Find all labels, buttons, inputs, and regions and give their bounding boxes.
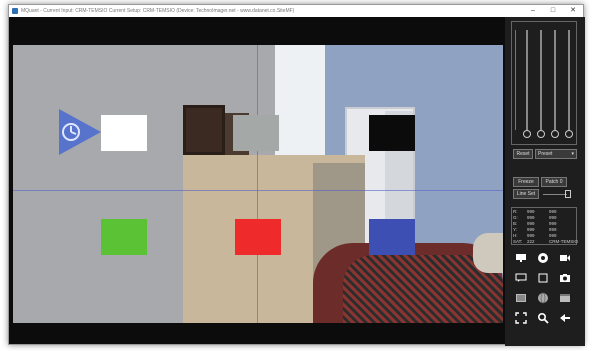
calendar-icon — [560, 294, 570, 302]
maximize-button[interactable]: □ — [543, 5, 563, 17]
preset-dropdown[interactable]: Preset ▾ — [535, 149, 577, 159]
slider-track-2[interactable] — [540, 30, 542, 130]
control-panel: Reset Preset ▾ Freeze Patch 0 Line Set R… — [505, 17, 585, 346]
chat-bubble-icon — [515, 273, 527, 282]
swatch-red[interactable] — [235, 219, 281, 255]
slider-knob-3[interactable] — [551, 130, 559, 138]
freeze-button[interactable]: Freeze — [513, 177, 539, 187]
close-button[interactable]: ✕ — [563, 5, 583, 17]
globe-button[interactable] — [535, 291, 551, 305]
search-button[interactable] — [535, 311, 551, 325]
slider-knob-1[interactable] — [523, 130, 531, 138]
reset-button[interactable]: Reset — [513, 149, 533, 159]
search-icon — [537, 312, 549, 324]
swatch-white[interactable] — [101, 115, 147, 151]
fullscreen-icon — [515, 312, 527, 324]
slider-group — [511, 21, 577, 145]
slider-knob-4[interactable] — [565, 130, 573, 138]
swatch-green[interactable] — [101, 219, 147, 255]
minimize-button[interactable]: – — [523, 5, 543, 17]
camera-aperture-icon — [538, 253, 548, 263]
slider-scale — [515, 30, 519, 130]
hair — [473, 233, 503, 273]
line-set-knob[interactable] — [565, 190, 571, 198]
readout-cell: 222 — [527, 239, 535, 244]
fullscreen-button[interactable] — [513, 311, 529, 325]
snapshot-button[interactable] — [557, 271, 573, 285]
title-bar: MQuant - Current Input: CRM-TEMSIO Curre… — [9, 5, 583, 17]
horizontal-guide-line — [13, 190, 503, 191]
readout-cell: SAT: — [513, 239, 523, 244]
window-controls: – □ ✕ — [523, 5, 583, 17]
video-feed[interactable] — [13, 45, 503, 323]
target-triangle-icon — [59, 109, 101, 155]
line-set-button[interactable]: Line Set — [513, 189, 539, 199]
window-title: MQuant - Current Input: CRM-TEMSIO Curre… — [21, 8, 295, 14]
swatch-blue[interactable] — [369, 219, 415, 255]
aperture-button[interactable] — [535, 251, 551, 265]
frame-button[interactable] — [535, 271, 551, 285]
patch-button[interactable]: Patch 0 — [541, 177, 567, 187]
picture-frame-1 — [183, 105, 225, 155]
app-window: MQuant - Current Input: CRM-TEMSIO Curre… — [8, 4, 585, 346]
video-button[interactable] — [557, 251, 573, 265]
square-outline-icon — [538, 273, 548, 283]
keyboard-icon — [516, 294, 526, 302]
slider-track-1[interactable] — [526, 30, 528, 130]
back-button[interactable] — [557, 311, 573, 325]
chat-button[interactable] — [513, 271, 529, 285]
app-icon — [12, 8, 18, 14]
swatch-gray[interactable] — [233, 115, 279, 151]
keyboard-button[interactable] — [513, 291, 529, 305]
readout-cell: CRM-TEMSIO — [549, 239, 578, 244]
display-button[interactable] — [513, 251, 529, 265]
back-arrow-icon — [560, 314, 570, 322]
client-area: Reset Preset ▾ Freeze Patch 0 Line Set R… — [9, 17, 585, 346]
preset-value: Preset — [538, 151, 553, 157]
chevron-down-icon: ▾ — [571, 151, 574, 157]
target-marker[interactable] — [57, 107, 103, 157]
slider-track-3[interactable] — [554, 30, 556, 130]
vertical-guide-line — [257, 45, 258, 323]
slider-track-4[interactable] — [568, 30, 570, 130]
display-icon — [516, 254, 526, 262]
globe-icon — [538, 292, 548, 304]
calendar-button[interactable] — [557, 291, 573, 305]
slider-knob-2[interactable] — [537, 130, 545, 138]
swatch-black[interactable] — [369, 115, 415, 151]
camera-icon — [560, 274, 570, 282]
line-set-slider[interactable] — [543, 194, 567, 195]
video-camera-icon — [560, 255, 570, 261]
